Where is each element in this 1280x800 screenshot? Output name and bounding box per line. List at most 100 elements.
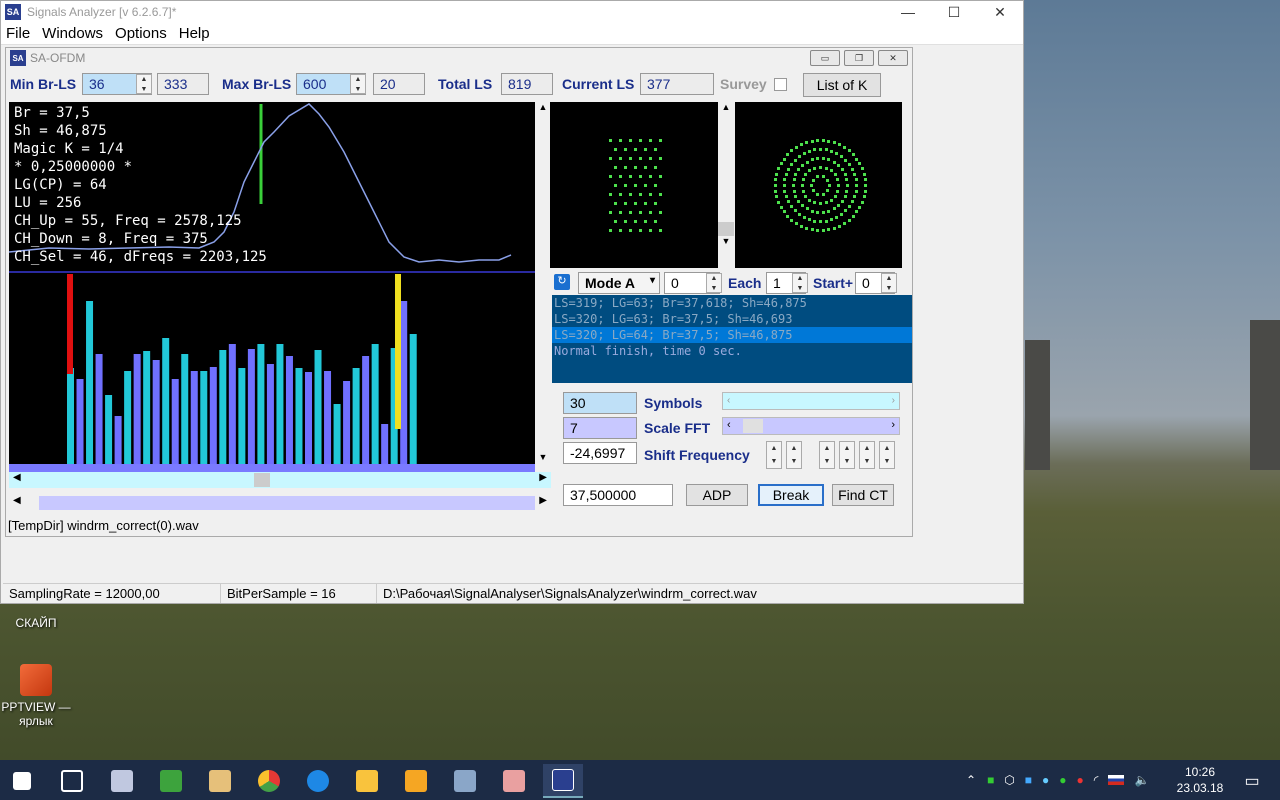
tray-app-icon[interactable]: ● — [1059, 773, 1066, 787]
shift-spinner-5[interactable]: ▲ ▼ — [859, 441, 875, 469]
constellation-point — [840, 168, 844, 172]
adp-button[interactable]: ADP — [686, 484, 748, 506]
constellation-point — [816, 192, 820, 196]
constellation-point — [659, 211, 662, 214]
tray-app-icon[interactable]: ■ — [987, 773, 994, 787]
log-line-selected[interactable]: LS=320; LG=64; Br=37,5; Sh=46,875 — [552, 327, 912, 343]
tray-language-icon[interactable] — [1108, 775, 1125, 785]
constellation-point — [807, 218, 811, 222]
graph-hscroll-1[interactable]: ◀ ▶ — [9, 472, 551, 488]
constellation-point — [654, 184, 657, 187]
shift-spinner-4[interactable]: ▲ ▼ — [839, 441, 855, 469]
graph-hscroll-2[interactable]: ◀ ▶ — [9, 495, 551, 511]
close-button[interactable]: ✕ — [977, 1, 1023, 23]
constellation-point — [659, 229, 662, 232]
shift-spinner-3[interactable]: ▲ ▼ — [819, 441, 835, 469]
child-title: SA-OFDM — [30, 51, 86, 65]
taskbar-app-2[interactable] — [151, 764, 191, 798]
notifications-button[interactable]: ▭ — [1232, 764, 1272, 798]
constellation-point — [779, 205, 783, 209]
menu-help[interactable]: Help — [174, 25, 215, 42]
log-line[interactable]: Normal finish, time 0 sec. — [552, 343, 912, 359]
list-of-k-button[interactable]: List of K — [803, 73, 881, 97]
symbols-slider[interactable]: ‹ › — [722, 392, 900, 410]
min-br-ls-spinner[interactable]: ▲ ▼ — [136, 74, 152, 94]
taskbar-explorer[interactable] — [347, 764, 387, 798]
constellation-point — [837, 163, 841, 167]
clock[interactable]: 10:26 23.03.18 — [1172, 764, 1228, 796]
desktop-icon-pptview[interactable]: PPTVIEW — ярлык — [0, 664, 86, 728]
ofdm-window: SA SA-OFDM ▭ ❐ ✕ Min Br-LS 36 ▲ ▼ 333 Max… — [5, 47, 913, 537]
start-button[interactable] — [2, 764, 42, 798]
constellation-point — [639, 175, 642, 178]
symbols-input[interactable]: 30 — [563, 392, 637, 414]
taskbar-app-5[interactable] — [445, 764, 485, 798]
mode-value-spinner[interactable]: ▲ ▼ — [706, 273, 722, 293]
scale-fft-slider[interactable]: ‹ › — [722, 417, 900, 435]
max-br-ls-spinner[interactable]: ▲ ▼ — [350, 74, 366, 94]
stone-right — [1250, 320, 1280, 470]
constellation-point — [794, 173, 798, 177]
tray-app-icon[interactable]: ● — [1042, 773, 1049, 787]
graph-vscroll[interactable]: ▲ ▼ — [535, 102, 551, 472]
find-ct-button[interactable]: Find CT — [832, 484, 894, 506]
scale-fft-input[interactable]: 7 — [563, 417, 637, 439]
taskbar-edge[interactable] — [298, 764, 338, 798]
br-value-input[interactable]: 37,500000 — [563, 484, 673, 506]
log-line[interactable]: LS=319; LG=63; Br=37,618; Sh=46,875 — [552, 295, 912, 311]
tray-app-icon[interactable]: ■ — [1025, 773, 1032, 787]
info-line-7: CH_Up = 55, Freq = 2578,125 — [14, 213, 242, 229]
max-br-ls-secondary[interactable]: 20 — [373, 73, 425, 95]
taskbar-signals-analyzer[interactable] — [543, 764, 583, 798]
child-restore-button[interactable]: ❐ — [844, 50, 874, 66]
menu-windows[interactable]: Windows — [37, 25, 108, 42]
shift-spinner-6[interactable]: ▲ ▼ — [879, 441, 895, 469]
folder-icon — [356, 770, 378, 792]
constellation-point — [819, 220, 822, 223]
tray-network-icon[interactable]: ◜ — [1094, 773, 1099, 787]
constellation-point — [840, 213, 844, 217]
shift-spinner-1[interactable]: ▲ ▼ — [766, 441, 782, 469]
constellation-point — [858, 162, 862, 166]
tray-chevron-icon[interactable]: ⌃ — [966, 773, 976, 787]
survey-checkbox[interactable] — [774, 78, 787, 91]
constellation-point — [801, 178, 805, 182]
constellation-point — [851, 153, 855, 157]
constellation-point — [855, 157, 859, 161]
constellation-point — [794, 146, 798, 149]
constellation-point — [624, 202, 627, 205]
mode-select[interactable]: Mode A ▾ — [578, 272, 660, 294]
taskbar-app-4[interactable] — [396, 764, 436, 798]
taskbar-chrome[interactable] — [249, 764, 289, 798]
constellation-point — [794, 221, 798, 225]
taskbar-app-1[interactable] — [102, 764, 142, 798]
log-line[interactable]: LS=320; LG=63; Br=37,5; Sh=46,693 — [552, 311, 912, 327]
child-close-button[interactable]: ✕ — [878, 50, 908, 66]
taskbar-app-6[interactable] — [494, 764, 534, 798]
tray-shield-icon[interactable]: ⬡ — [1004, 773, 1014, 787]
child-minimize-button[interactable]: ▭ — [810, 50, 840, 66]
tray-app-icon[interactable]: ● — [1077, 773, 1084, 787]
task-view-button[interactable] — [52, 764, 92, 798]
each-spinner[interactable]: ▲ ▼ — [792, 273, 808, 293]
constellation-point — [845, 189, 849, 193]
lower-channel-marker — [67, 274, 73, 374]
constellation-scroll[interactable]: ▲ ▼ — [718, 102, 734, 268]
refresh-icon[interactable]: ↻ — [554, 274, 570, 290]
menu-options[interactable]: Options — [110, 25, 172, 42]
symbols-label: Symbols — [644, 395, 703, 411]
break-button[interactable]: Break — [758, 484, 824, 506]
min-br-ls-secondary[interactable]: 333 — [157, 73, 209, 95]
tray-volume-icon[interactable]: 🔈 — [1134, 773, 1149, 787]
constellation-point — [782, 157, 786, 161]
menu-file[interactable]: File — [1, 25, 35, 42]
shift-frequency-input[interactable]: -24,6997 — [563, 442, 637, 464]
constellation-point — [649, 193, 652, 196]
maximize-button[interactable]: ☐ — [931, 1, 977, 23]
minimize-button[interactable]: — — [885, 1, 931, 23]
taskbar-app-3[interactable] — [200, 764, 240, 798]
start-spinner[interactable]: ▲ ▼ — [881, 273, 897, 293]
constellation-point — [808, 169, 812, 173]
log-list[interactable]: LS=319; LG=63; Br=37,618; Sh=46,875 LS=3… — [552, 295, 912, 383]
shift-spinner-2[interactable]: ▲ ▼ — [786, 441, 802, 469]
